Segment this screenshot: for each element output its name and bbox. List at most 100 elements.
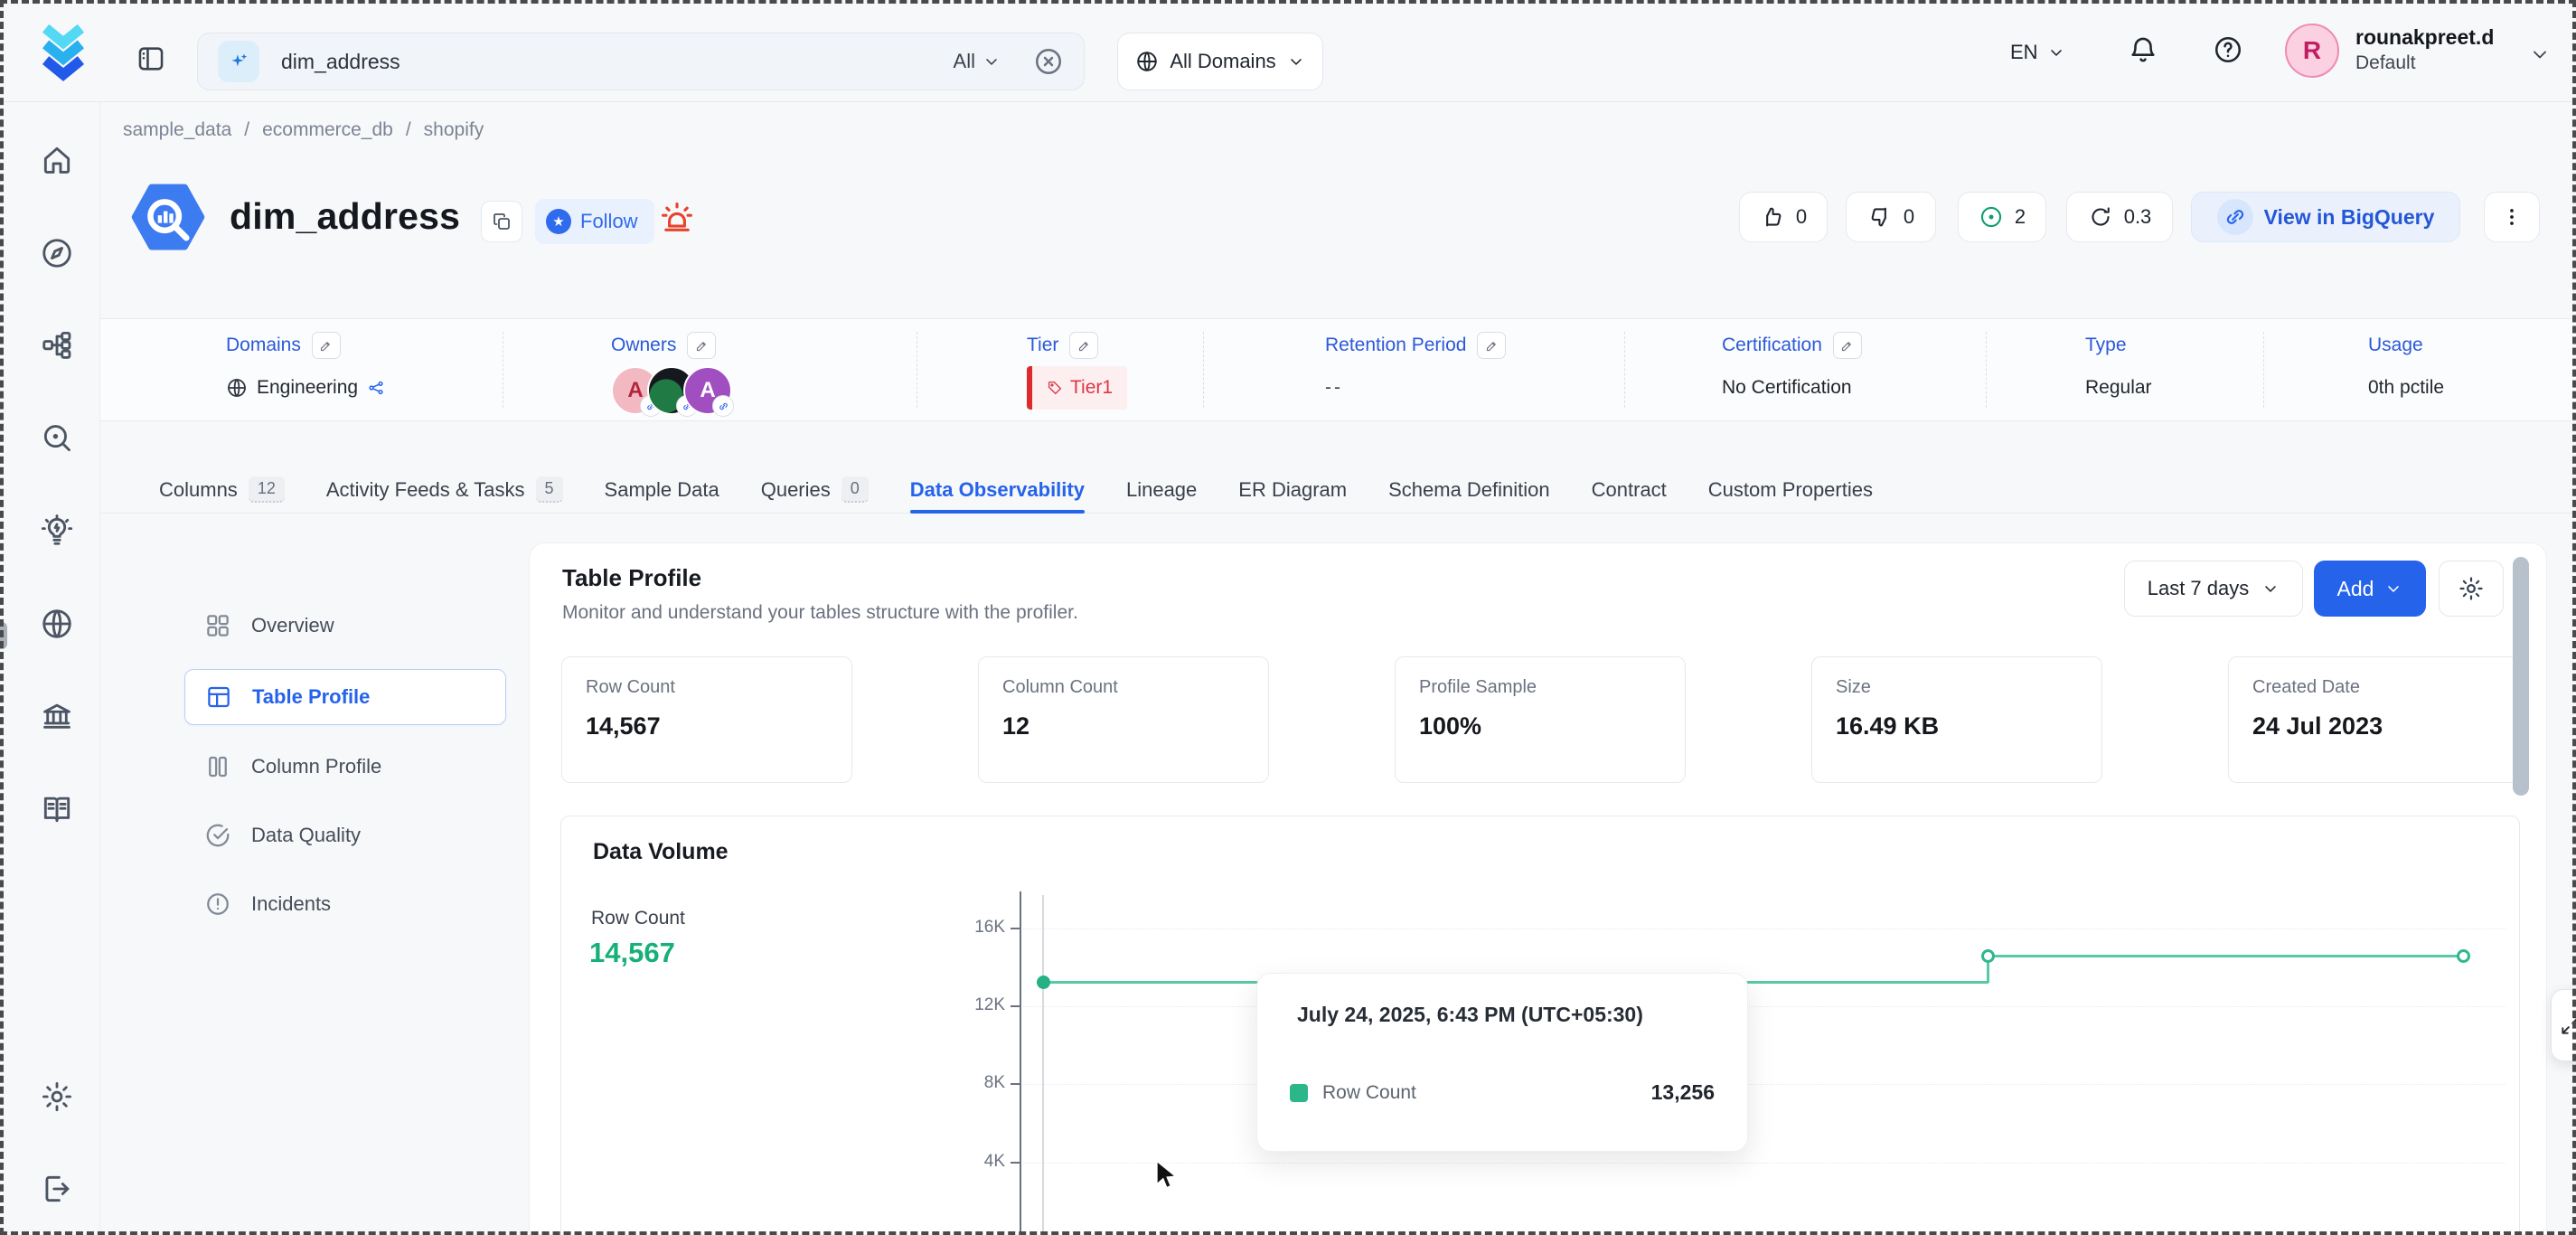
edit-domains-button[interactable] [312, 332, 341, 359]
ai-sparkle-icon[interactable] [218, 41, 259, 82]
profiler-nav-overview[interactable]: Overview [184, 600, 506, 651]
user-name: rounakpreet.d [2355, 25, 2494, 50]
help-icon[interactable] [2213, 34, 2243, 65]
tier-value: Tier1 [1070, 377, 1113, 399]
domain-value[interactable]: Engineering [257, 377, 358, 399]
compass-icon[interactable] [40, 236, 74, 270]
breadcrumb: sample_data / ecommerce_db / shopify [123, 119, 484, 141]
workflows-icon[interactable] [40, 328, 74, 363]
divider [2263, 332, 2264, 408]
profiler-nav-table-profile[interactable]: Table Profile [184, 669, 506, 725]
section-title: Table Profile [562, 564, 701, 592]
stat-card-profile-sample: Profile Sample 100% [1395, 656, 1686, 783]
tab-count: 5 [536, 476, 563, 503]
tab-data-observability[interactable]: Data Observability [910, 467, 1085, 513]
divider [1986, 332, 1987, 408]
tab-custom-properties[interactable]: Custom Properties [1708, 467, 1873, 513]
edit-owners-button[interactable] [687, 332, 716, 359]
profiler-settings-button[interactable] [2439, 561, 2504, 617]
profiler-nav-column-profile[interactable]: Column Profile [184, 741, 506, 792]
chart-metric-label: Row Count [591, 908, 685, 929]
section-subtitle: Monitor and understand your tables struc… [562, 602, 1078, 624]
globe-icon[interactable] [40, 607, 74, 641]
copy-name-button[interactable] [481, 201, 522, 242]
governance-icon[interactable] [40, 699, 74, 733]
user-avatar[interactable]: R [2285, 24, 2339, 78]
relation-icon[interactable] [367, 379, 385, 397]
tab-schema-definition[interactable]: Schema Definition [1388, 467, 1550, 513]
tab-queries[interactable]: Queries0 [761, 467, 869, 513]
breadcrumb-item[interactable]: sample_data [123, 119, 231, 141]
breadcrumb-item[interactable]: ecommerce_db [262, 119, 393, 141]
rail-drag-handle[interactable] [0, 622, 7, 649]
popularity-score: 0.3 [2124, 205, 2152, 229]
follow-button[interactable]: ★ Follow [535, 199, 654, 244]
data-point-marker[interactable] [2457, 949, 2470, 963]
meta-owners: Owners A A [611, 332, 732, 415]
language-selector[interactable]: EN [2010, 36, 2065, 69]
edit-retention-button[interactable] [1477, 332, 1506, 359]
tab-contract[interactable]: Contract [1592, 467, 1667, 513]
data-point-marker[interactable] [1037, 976, 1050, 989]
glossary-icon[interactable] [40, 792, 74, 826]
breadcrumb-separator: / [406, 119, 411, 141]
meta-domains: Domains Engineering [226, 332, 385, 404]
global-search[interactable]: dim_address All [197, 33, 1085, 90]
bigquery-icon [127, 177, 210, 260]
user-menu-chevron-icon[interactable] [2529, 43, 2551, 65]
y-tick-label: 12K [924, 995, 1005, 1015]
vertical-scrollbar-thumb[interactable] [2513, 557, 2529, 796]
tier-label: Tier [1027, 335, 1058, 356]
search-input[interactable]: dim_address [281, 50, 954, 74]
tier-badge[interactable]: Tier1 [1027, 366, 1127, 410]
date-range-dropdown[interactable]: Last 7 days [2124, 561, 2303, 617]
atlan-logo[interactable] [36, 20, 90, 81]
view-in-bigquery-button[interactable]: View in BigQuery [2191, 192, 2460, 242]
logout-icon[interactable] [40, 1172, 74, 1206]
card-label: Created Date [2252, 677, 2495, 698]
metadata-bar: Domains Engineering Owners A [0, 318, 2576, 421]
tab-sample-data[interactable]: Sample Data [605, 467, 719, 513]
sidebar-toggle-icon[interactable] [136, 43, 166, 74]
settings-icon[interactable] [40, 1079, 74, 1114]
owner-avatar[interactable]: A [683, 366, 732, 415]
breadcrumb-item[interactable]: shopify [424, 119, 484, 141]
tab-activity-feeds-tasks[interactable]: Activity Feeds & Tasks5 [326, 467, 563, 513]
edit-tier-button[interactable] [1069, 332, 1098, 359]
views-button[interactable]: 2 [1958, 192, 2046, 242]
edge-expand-button[interactable] [2551, 989, 2576, 1061]
upvote-button[interactable]: 0 [1739, 192, 1828, 242]
all-domains-label: All Domains [1170, 50, 1275, 73]
profiler-nav-incidents[interactable]: Incidents [184, 879, 506, 929]
edit-certification-button[interactable] [1833, 332, 1862, 359]
line-segment[interactable] [1988, 955, 2463, 957]
announcement-siren-icon[interactable] [658, 199, 696, 237]
tab-lineage[interactable]: Lineage [1126, 467, 1197, 513]
tab-columns[interactable]: Columns12 [159, 467, 285, 513]
downvote-button[interactable]: 0 [1846, 192, 1936, 242]
language-label: EN [2010, 41, 2038, 64]
all-domains-button[interactable]: All Domains [1117, 33, 1323, 90]
search-clear-icon[interactable] [1033, 46, 1064, 77]
stat-card-size: Size 16.49 KB [1811, 656, 2102, 783]
view-in-bigquery-label: View in BigQuery [2264, 205, 2435, 230]
discover-icon[interactable] [40, 421, 74, 456]
date-range-label: Last 7 days [2148, 577, 2250, 600]
resize-icon [2559, 1013, 2576, 1037]
insights-icon[interactable] [40, 514, 74, 548]
profiler-nav-data-quality[interactable]: Data Quality [184, 810, 506, 861]
more-actions-button[interactable] [2484, 192, 2540, 242]
tag-icon [1047, 380, 1063, 396]
retention-value: -- [1325, 377, 1343, 399]
add-button[interactable]: Add [2314, 561, 2426, 617]
popularity-button[interactable]: 0.3 [2066, 192, 2173, 242]
domains-label: Domains [226, 335, 301, 356]
gridline [1023, 1084, 2505, 1085]
certification-value: No Certification [1722, 377, 1852, 399]
notifications-bell-icon[interactable] [2128, 34, 2158, 65]
tab-er-diagram[interactable]: ER Diagram [1238, 467, 1347, 513]
home-icon[interactable] [40, 143, 74, 177]
search-scope-dropdown[interactable]: All [954, 50, 1001, 73]
meta-tier: Tier Tier1 [1027, 332, 1127, 410]
data-point-marker[interactable] [1981, 949, 1995, 963]
